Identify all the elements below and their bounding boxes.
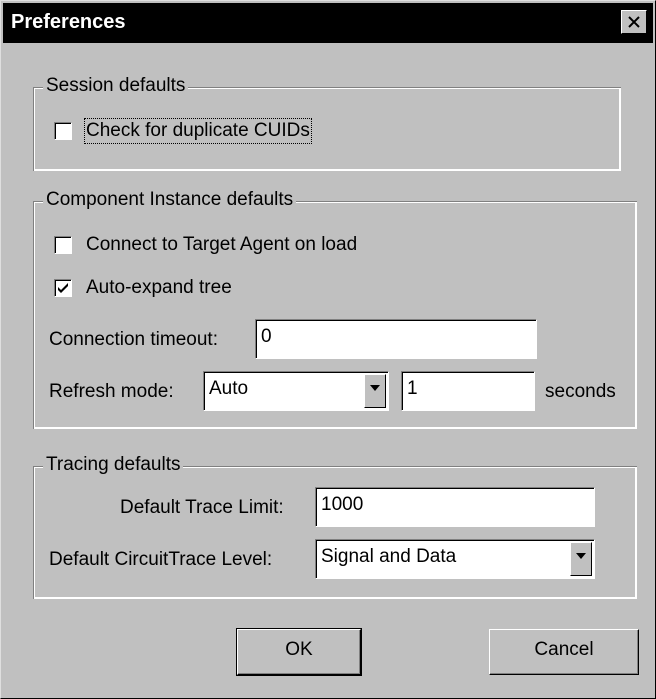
refresh-mode-value: Auto <box>209 378 249 399</box>
connection-timeout-value: 0 <box>261 326 272 347</box>
preferences-dialog: Preferences Session defaults Check for d… <box>0 0 656 699</box>
session-defaults-legend: Session defaults <box>43 75 189 97</box>
refresh-interval-value: 1 <box>407 378 418 399</box>
component-instance-defaults-group: Component Instance defaults Connect to T… <box>33 189 637 429</box>
close-button[interactable] <box>621 10 647 34</box>
checkmark-icon <box>58 283 68 293</box>
refresh-mode-label: Refresh mode: <box>49 381 174 402</box>
connection-timeout-input[interactable]: 0 <box>255 319 537 359</box>
default-circuittrace-level-select[interactable]: Signal and Data <box>315 539 595 579</box>
check-duplicate-cuids-label: Check for duplicate CUIDs <box>84 118 312 144</box>
chevron-down-icon <box>370 385 380 391</box>
default-trace-limit-value: 1000 <box>321 494 364 515</box>
refresh-interval-input[interactable]: 1 <box>401 371 535 411</box>
close-icon <box>628 16 640 28</box>
connect-target-agent-label: Connect to Target Agent on load <box>86 234 358 255</box>
tracing-defaults-group: Tracing defaults Default Trace Limit: 10… <box>33 454 637 599</box>
component-instance-defaults-legend: Component Instance defaults <box>43 189 297 211</box>
ok-button[interactable]: OK <box>236 628 362 676</box>
tracing-defaults-legend: Tracing defaults <box>43 454 184 476</box>
title-bar[interactable]: Preferences <box>3 3 653 43</box>
connect-target-agent-checkbox[interactable]: Connect to Target Agent on load <box>54 234 414 258</box>
checkbox-box[interactable] <box>54 122 72 140</box>
cancel-button[interactable]: Cancel <box>489 629 639 675</box>
refresh-mode-dropdown-button[interactable] <box>364 374 386 408</box>
auto-expand-tree-label: Auto-expand tree <box>86 277 232 298</box>
default-trace-limit-label: Default Trace Limit: <box>120 497 284 518</box>
check-duplicate-cuids-checkbox[interactable]: Check for duplicate CUIDs <box>54 118 354 144</box>
checkbox-box[interactable] <box>54 236 72 254</box>
cancel-button-label: Cancel <box>534 639 594 660</box>
connection-timeout-label: Connection timeout: <box>49 329 218 350</box>
circuittrace-level-dropdown-button[interactable] <box>570 542 592 576</box>
auto-expand-tree-checkbox[interactable]: Auto-expand tree <box>54 277 294 301</box>
checkbox-box[interactable] <box>54 279 72 297</box>
session-defaults-group: Session defaults Check for duplicate CUI… <box>33 75 621 171</box>
chevron-down-icon <box>576 553 586 559</box>
refresh-mode-select[interactable]: Auto <box>203 371 389 411</box>
ok-button-label: OK <box>285 639 313 660</box>
default-circuittrace-level-value: Signal and Data <box>321 546 457 567</box>
seconds-label: seconds <box>545 381 616 402</box>
default-trace-limit-input[interactable]: 1000 <box>315 487 595 527</box>
window-title: Preferences <box>11 11 126 33</box>
default-circuittrace-level-label: Default CircuitTrace Level: <box>49 549 273 570</box>
